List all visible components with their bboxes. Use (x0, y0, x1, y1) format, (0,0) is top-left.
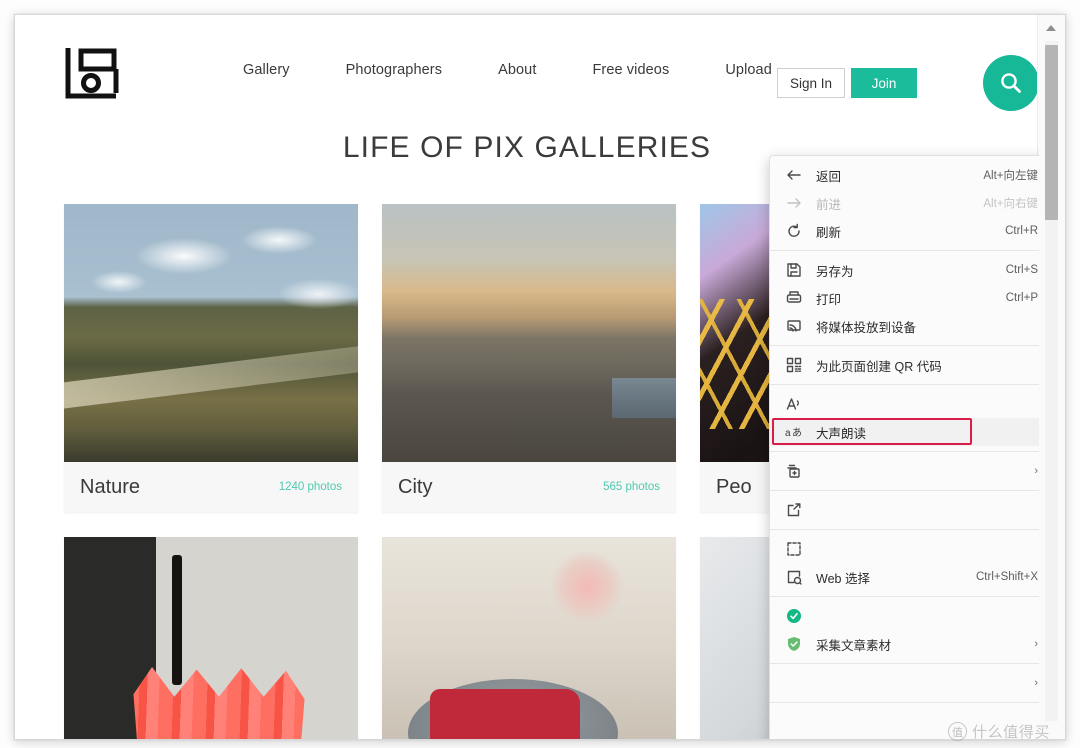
menu-separator (770, 451, 1039, 452)
search-icon (998, 70, 1024, 96)
menu-item-accel: Alt+向右键 (983, 198, 1038, 210)
gallery-card-umbrella[interactable] (64, 537, 358, 739)
gallery-card-count: 1240 photos (278, 481, 342, 493)
menu-separator (770, 663, 1039, 664)
menu-separator (770, 490, 1039, 491)
menu-item-web-capture[interactable]: Web 选择 Ctrl+Shift+X (770, 563, 1039, 591)
main-nav: Gallery Photographers About Free videos … (243, 62, 772, 78)
menu-item-label: 为此页面创建 QR 代码 (816, 359, 942, 374)
scrollbar-thumb[interactable] (1045, 45, 1058, 220)
menu-item-label: 打印 (816, 292, 842, 307)
search-button[interactable] (983, 55, 1039, 111)
nav-item-gallery[interactable]: Gallery (243, 62, 290, 78)
watermark: 值 什么值得买 (947, 721, 1050, 742)
menu-separator (770, 529, 1039, 530)
web-select-icon (784, 541, 804, 557)
life-of-pix-logo[interactable] (64, 45, 120, 99)
gallery-card-bar: City 565 photos (382, 462, 676, 512)
menu-separator (770, 345, 1039, 346)
gallery-card-bar: Nature 1240 photos (64, 462, 358, 512)
print-icon (784, 290, 804, 306)
add-to-collections-icon (784, 463, 804, 479)
menu-item-create-qr-code[interactable]: 为此页面创建 QR 代码 (770, 351, 1039, 379)
menu-item-collect-article[interactable] (770, 602, 1039, 630)
web-capture-icon (784, 569, 804, 585)
menu-item-save-as[interactable]: 另存为 Ctrl+S (770, 256, 1039, 284)
adguard-icon (784, 636, 804, 652)
gallery-card-food[interactable] (382, 537, 676, 739)
menu-separator (770, 250, 1039, 251)
gallery-card-count: 565 photos (603, 481, 660, 493)
gallery-photo (64, 204, 358, 462)
menu-item-accel: Ctrl+S (1005, 264, 1038, 276)
context-menu[interactable]: 返回 Alt+向左键 前进 Alt+向右键 刷新 Ctrl+R 另存为 Ctrl… (769, 155, 1039, 739)
menu-item-label: Web 选择 (816, 571, 870, 586)
gallery-photo (382, 204, 676, 462)
sign-in-button[interactable]: Sign In (777, 68, 845, 98)
menu-item-print[interactable]: 打印 Ctrl+P (770, 284, 1039, 312)
gallery-card-title: Peo (716, 475, 752, 498)
read-aloud-icon (784, 396, 804, 412)
nav-item-about[interactable]: About (498, 62, 536, 78)
page-viewport: Gallery Photographers About Free videos … (15, 15, 1039, 739)
gallery-photo (64, 537, 358, 739)
forward-arrow-icon (784, 195, 804, 211)
menu-separator (770, 596, 1039, 597)
vertical-scrollbar[interactable] (1037, 15, 1065, 739)
menu-item-accel: Alt+向左键 (983, 170, 1038, 182)
chevron-right-icon: › (1034, 677, 1038, 689)
menu-item-add-to-collections[interactable]: › (770, 457, 1039, 485)
join-button[interactable]: Join (851, 68, 917, 98)
qr-code-icon (784, 357, 804, 373)
share-icon (784, 502, 804, 518)
menu-item-back[interactable]: 返回 Alt+向左键 (770, 161, 1039, 189)
menu-item-adguard[interactable]: 采集文章素材 › (770, 630, 1039, 658)
save-as-icon (784, 262, 804, 278)
menu-item-refresh[interactable]: 刷新 Ctrl+R (770, 217, 1039, 245)
menu-separator (770, 702, 1039, 703)
browser-window: Gallery Photographers About Free videos … (14, 14, 1066, 740)
gallery-card-title: Nature (80, 475, 141, 498)
nav-item-photographers[interactable]: Photographers (346, 62, 442, 78)
menu-item-accel: Ctrl+Shift+X (976, 571, 1038, 583)
nav-item-free-videos[interactable]: Free videos (592, 62, 669, 78)
gallery-card-city[interactable]: City 565 photos (382, 204, 676, 512)
gallery-card-nature[interactable]: Nature 1240 photos (64, 204, 358, 512)
menu-item-label: 前进 (816, 197, 842, 212)
chevron-right-icon: › (1034, 638, 1038, 650)
menu-item-label: 将媒体投放到设备 (816, 320, 917, 335)
translate-icon: a あ (784, 424, 804, 440)
refresh-icon (784, 223, 804, 239)
watermark-text: 什么值得买 (971, 724, 1050, 741)
menu-item-cast-media[interactable]: 将媒体投放到设备 (770, 312, 1039, 340)
svg-text:a: a (785, 428, 791, 439)
nav-item-upload[interactable]: Upload (725, 62, 772, 78)
menu-item-get-image-descriptions[interactable]: › (770, 669, 1039, 697)
menu-item-forward: 前进 Alt+向右键 (770, 189, 1039, 217)
cast-media-icon (784, 318, 804, 334)
menu-item-label: 另存为 (816, 264, 854, 279)
gallery-card-title: City (398, 475, 433, 498)
menu-separator (770, 384, 1039, 385)
menu-item-label: 刷新 (816, 225, 842, 240)
menu-item-read-aloud[interactable] (770, 390, 1039, 418)
collect-article-icon (784, 608, 804, 624)
watermark-badge: 值 (947, 722, 967, 741)
menu-item-label: 返回 (816, 169, 842, 184)
menu-item-label: 大声朗读 (816, 426, 867, 441)
menu-item-accel: Ctrl+R (1005, 225, 1038, 237)
menu-item-translate-to-chinese[interactable]: a あ 大声朗读 (770, 418, 1039, 446)
chevron-right-icon: › (1034, 465, 1038, 477)
screenshot-root: Gallery Photographers About Free videos … (0, 0, 1080, 748)
back-arrow-icon (784, 167, 804, 183)
menu-item-label: 采集文章素材 (816, 638, 892, 653)
site-header: Gallery Photographers About Free videos … (15, 15, 1039, 121)
svg-text:あ: あ (792, 427, 802, 439)
gallery-photo (382, 537, 676, 739)
scroll-up-arrow-icon[interactable] (1046, 25, 1056, 31)
menu-item-web-select[interactable] (770, 535, 1039, 563)
menu-item-share[interactable] (770, 496, 1039, 524)
menu-item-accel: Ctrl+P (1005, 292, 1038, 304)
